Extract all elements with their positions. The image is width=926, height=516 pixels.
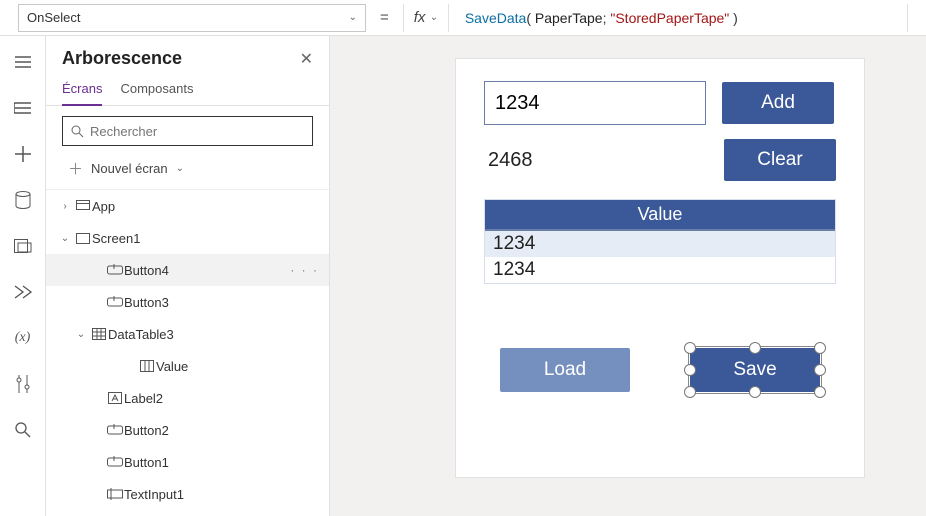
search-icon — [71, 125, 84, 138]
button-icon — [106, 424, 124, 436]
tree-node-label: Button1 — [124, 455, 319, 470]
tab-components[interactable]: Composants — [120, 75, 193, 105]
app-icon — [74, 200, 92, 212]
formula-bar: OnSelect ⌄ = fx ⌄ SaveData( PaperTape; "… — [0, 0, 926, 36]
resize-handle[interactable] — [814, 386, 826, 398]
tree-node-label: Value — [156, 359, 319, 374]
button-icon — [106, 296, 124, 308]
save-button-selected[interactable]: Save — [690, 348, 820, 392]
tree-node-button4[interactable]: Button4· · · — [46, 254, 329, 286]
tree-view-icon[interactable] — [13, 98, 33, 118]
tree-node-label: Button3 — [124, 295, 319, 310]
tree-node-label2[interactable]: Label2 — [46, 382, 329, 414]
search-icon[interactable] — [13, 420, 33, 440]
new-screen-button[interactable]: ＋ Nouvel écran ⌄ — [46, 152, 329, 189]
property-name: OnSelect — [27, 10, 80, 25]
tree-node-app[interactable]: › App — [46, 190, 329, 222]
fx-icon: fx — [414, 9, 426, 26]
formula-string: "StoredPaperTape" — [610, 10, 729, 26]
tree-node-label: TextInput1 — [124, 487, 319, 502]
screen-icon — [74, 233, 92, 244]
chevron-down-icon: ⌄ — [176, 163, 184, 174]
resize-handle[interactable] — [814, 364, 826, 376]
number-input[interactable] — [484, 81, 706, 125]
canvas[interactable]: Add 2468 Clear Value 1234 1234 Load Save — [330, 36, 926, 516]
formula-input[interactable]: SaveData( PaperTape; "StoredPaperTape" ) — [459, 4, 908, 32]
tree-node-datatable3[interactable]: ⌄ DataTable3 — [46, 318, 329, 350]
tree-view-panel: Arborescence ✕ Écrans Composants ＋ Nouve… — [46, 36, 330, 516]
tree-node-label: Button2 — [124, 423, 319, 438]
chevron-down-icon: ⌄ — [429, 12, 437, 23]
resize-handle[interactable] — [749, 342, 761, 354]
tab-screens[interactable]: Écrans — [62, 75, 102, 106]
table-row[interactable]: 1234 — [485, 231, 835, 257]
property-dropdown[interactable]: OnSelect ⌄ — [18, 4, 366, 32]
equals-label: = — [376, 9, 393, 26]
sum-label: 2468 — [484, 149, 533, 172]
tree-title: Arborescence — [62, 48, 182, 69]
clear-button[interactable]: Clear — [724, 139, 836, 181]
button-icon — [106, 264, 124, 276]
tree-node-label: App — [92, 199, 319, 214]
tree-node-label: DataTable3 — [108, 327, 319, 342]
chevron-down-icon: ⌄ — [72, 329, 90, 340]
button-icon — [106, 456, 124, 468]
column-icon — [138, 360, 156, 372]
left-rail: (x) — [0, 36, 46, 516]
tree-node-label: Label2 — [124, 391, 319, 406]
fx-button[interactable]: fx ⌄ — [403, 4, 449, 32]
table-row[interactable]: 1234 — [485, 257, 835, 283]
resize-handle[interactable] — [684, 364, 696, 376]
add-button[interactable]: Add — [722, 82, 834, 124]
new-screen-label: Nouvel écran — [91, 161, 168, 176]
chevron-down-icon: ⌄ — [56, 233, 74, 244]
tree-node-label: Button4 — [124, 263, 290, 278]
tree-node-screen1[interactable]: ⌄ Screen1 — [46, 222, 329, 254]
tree-node-button3[interactable]: Button3 — [46, 286, 329, 318]
label-icon — [106, 392, 124, 404]
resize-handle[interactable] — [684, 342, 696, 354]
close-icon[interactable]: ✕ — [300, 49, 313, 69]
tree-node-value[interactable]: Value — [46, 350, 329, 382]
advanced-tools-icon[interactable] — [13, 374, 33, 394]
tree-list: › App ⌄ Screen1 Button4· · · Button3 ⌄ Data… — [46, 189, 329, 516]
data-table[interactable]: Value 1234 1234 — [484, 199, 836, 284]
tree-node-button1[interactable]: Button1 — [46, 446, 329, 478]
load-button[interactable]: Load — [500, 348, 630, 392]
tree-node-textinput1[interactable]: TextInput1 — [46, 478, 329, 510]
tree-search-input[interactable] — [90, 124, 304, 139]
tree-tabs: Écrans Composants — [46, 75, 329, 106]
datatable-icon — [90, 328, 108, 340]
hamburger-icon[interactable] — [13, 52, 33, 72]
resize-handle[interactable] — [749, 386, 761, 398]
power-automate-icon[interactable] — [13, 282, 33, 302]
resize-handle[interactable] — [814, 342, 826, 354]
insert-icon[interactable] — [13, 144, 33, 164]
plus-icon: ＋ — [68, 158, 83, 179]
textinput-icon — [106, 488, 124, 500]
formula-identifier: PaperTape — [535, 10, 603, 26]
chevron-right-icon: › — [56, 201, 74, 212]
tree-node-button2[interactable]: Button2 — [46, 414, 329, 446]
app-preview: Add 2468 Clear Value 1234 1234 Load Save — [455, 58, 865, 478]
media-icon[interactable] — [13, 236, 33, 256]
tree-search[interactable] — [62, 116, 313, 146]
more-icon[interactable]: · · · — [290, 263, 319, 277]
table-header: Value — [485, 200, 835, 231]
chevron-down-icon: ⌄ — [349, 12, 357, 23]
tree-node-label: Screen1 — [92, 231, 319, 246]
variables-icon[interactable]: (x) — [13, 328, 33, 348]
resize-handle[interactable] — [684, 386, 696, 398]
data-icon[interactable] — [13, 190, 33, 210]
formula-function: SaveData — [465, 10, 526, 26]
